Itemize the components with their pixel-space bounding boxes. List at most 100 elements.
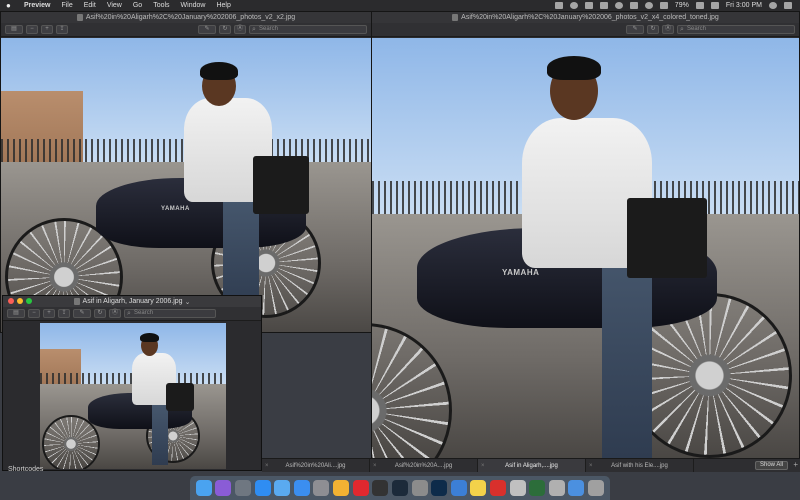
menu-help[interactable]: Help — [216, 2, 230, 9]
system-preferences-icon[interactable] — [313, 480, 330, 496]
dock — [190, 476, 610, 500]
screenshot-icon[interactable] — [548, 480, 565, 496]
clock-icon[interactable] — [614, 2, 623, 9]
photos-icon[interactable] — [411, 480, 428, 496]
notes-icon[interactable] — [470, 480, 487, 496]
window-2-search-input[interactable]: Search — [677, 25, 795, 34]
preview-icon[interactable] — [509, 480, 526, 496]
screen-icon[interactable] — [554, 2, 563, 9]
annotate-button[interactable]: Ⓐ — [109, 309, 122, 318]
tank-label: YAMAHA — [502, 268, 540, 277]
document-icon — [76, 14, 83, 21]
safari-icon[interactable] — [254, 480, 271, 496]
window-2-title: Asif%20in%20Aligarh%2C%20January%202006_… — [461, 14, 719, 21]
window-1-title: Asif%20in%20Aligarh%2C%20January%202006_… — [85, 14, 296, 21]
battery-percent[interactable]: 79% — [675, 2, 689, 9]
window-3-search-input[interactable]: Search — [124, 309, 217, 318]
plus-icon[interactable]: + — [793, 460, 798, 469]
trash-icon[interactable] — [587, 480, 604, 496]
window-1-search-input[interactable]: Search — [249, 25, 367, 34]
flag-icon[interactable] — [710, 2, 719, 9]
menu-view[interactable]: View — [107, 2, 122, 9]
close-tab-icon[interactable]: × — [373, 463, 377, 469]
app-store-icon[interactable] — [293, 480, 310, 496]
markup-button[interactable]: ✎ — [73, 309, 91, 318]
apple-menu-icon[interactable]: ● — [6, 1, 14, 10]
dropbox-icon[interactable] — [584, 2, 593, 9]
zoom-out-button[interactable]: − — [26, 25, 38, 34]
zoom-in-button[interactable]: + — [43, 309, 55, 318]
final-cut-icon[interactable] — [372, 480, 389, 496]
menu-window[interactable]: Window — [181, 2, 206, 9]
window-1-toolbar: ▤ − + ⇪ ✎ ↻ Ⓐ Search — [1, 23, 371, 37]
s-app-icon[interactable] — [450, 480, 467, 496]
window-controls — [8, 298, 32, 304]
menu-go[interactable]: Go — [133, 2, 142, 9]
zoom-in-button[interactable]: + — [41, 25, 53, 34]
preview-window-3: Asif in Aligarh, January 2006.jpg ⌄ ▤ − … — [2, 295, 262, 471]
spotlight-icon[interactable] — [769, 2, 777, 9]
close-tab-icon[interactable]: × — [265, 463, 269, 469]
markup-button[interactable]: ✎ — [197, 25, 216, 34]
markup-button[interactable]: ✎ — [625, 25, 644, 34]
tab-2[interactable]: × Asif%20in%20A....jpg — [370, 459, 478, 472]
photoshop-icon[interactable] — [431, 480, 448, 496]
battery-icon[interactable] — [695, 2, 704, 9]
document-icon — [452, 14, 459, 21]
annotate-button[interactable]: Ⓐ — [233, 25, 246, 34]
tab-1[interactable]: × Asif%20in%20Ali....jpg — [262, 459, 370, 472]
opera-icon[interactable] — [352, 480, 369, 496]
chrome-icon[interactable] — [333, 480, 350, 496]
tab-3[interactable]: × Asif in Aligarh,....jpg — [478, 459, 586, 472]
window-3-titlebar[interactable]: Asif in Aligarh, January 2006.jpg ⌄ — [3, 296, 261, 307]
close-button[interactable] — [8, 298, 14, 304]
lightroom-icon[interactable] — [391, 480, 408, 496]
sidebar-toggle-button[interactable]: ▤ — [5, 25, 23, 34]
tab-4[interactable]: × Asif with his Ele....jpg — [586, 459, 694, 472]
siri-icon[interactable] — [215, 480, 232, 496]
close-tab-icon[interactable]: × — [589, 463, 593, 469]
clock[interactable]: Fri 3:00 PM — [726, 2, 762, 9]
bluetooth-icon[interactable] — [629, 2, 638, 9]
preview-window-2: Asif%20in%20Aligarh%2C%20January%202006_… — [371, 11, 800, 459]
tab-bar: × Asif%20in%20Ali....jpg × Asif%20in%20A..… — [262, 458, 800, 472]
sidebar-toggle-button[interactable]: ▤ — [7, 309, 25, 318]
window-1-photo: YAMAHA — [1, 38, 371, 332]
downloads-icon[interactable] — [568, 480, 585, 496]
rotate-button[interactable]: ↻ — [94, 309, 106, 318]
skype-icon[interactable] — [599, 2, 608, 9]
window-3-title: Asif in Aligarh, January 2006.jpg — [82, 298, 183, 305]
saddle-bag — [253, 156, 309, 214]
share-button[interactable]: ⇪ — [58, 309, 70, 318]
desktop-folder-label[interactable]: Shortcodes — [0, 466, 90, 475]
notification-center-icon[interactable] — [784, 2, 792, 9]
launchpad-icon[interactable] — [235, 480, 252, 496]
title-chevron-icon[interactable]: ⌄ — [185, 298, 191, 306]
menu-edit[interactable]: Edit — [84, 2, 96, 9]
show-all-button[interactable]: Show All — [754, 461, 788, 470]
rotate-button[interactable]: ↻ — [218, 25, 231, 34]
window-2-titlebar[interactable]: Asif%20in%20Aligarh%2C%20January%202006_… — [372, 12, 799, 23]
menu-tools[interactable]: Tools — [153, 2, 169, 9]
finder-icon[interactable] — [195, 480, 212, 496]
spreadsheet-icon[interactable] — [529, 480, 546, 496]
window-3-photo — [40, 323, 226, 469]
rotate-button[interactable]: ↻ — [646, 25, 659, 34]
document-icon — [73, 298, 80, 305]
volume-icon[interactable] — [659, 2, 668, 9]
minimize-button[interactable] — [17, 298, 23, 304]
sync-icon[interactable] — [569, 2, 578, 9]
share-button[interactable]: ⇪ — [56, 25, 68, 34]
adblock-icon[interactable] — [489, 480, 506, 496]
annotate-button[interactable]: Ⓐ — [661, 25, 674, 34]
menu-file[interactable]: File — [61, 2, 72, 9]
menu-app-name[interactable]: Preview — [24, 2, 50, 9]
zoom-out-button[interactable]: − — [28, 309, 40, 318]
window-1-titlebar[interactable]: Asif%20in%20Aligarh%2C%20January%202006_… — [1, 12, 371, 23]
tank-label: YAMAHA — [161, 206, 190, 212]
close-tab-icon[interactable]: × — [481, 463, 485, 469]
mail-icon[interactable] — [274, 480, 291, 496]
zoom-button[interactable] — [26, 298, 32, 304]
desktop: { "menubar": { "app_name": "Preview", "i… — [0, 0, 800, 500]
wifi-icon[interactable] — [644, 2, 653, 9]
